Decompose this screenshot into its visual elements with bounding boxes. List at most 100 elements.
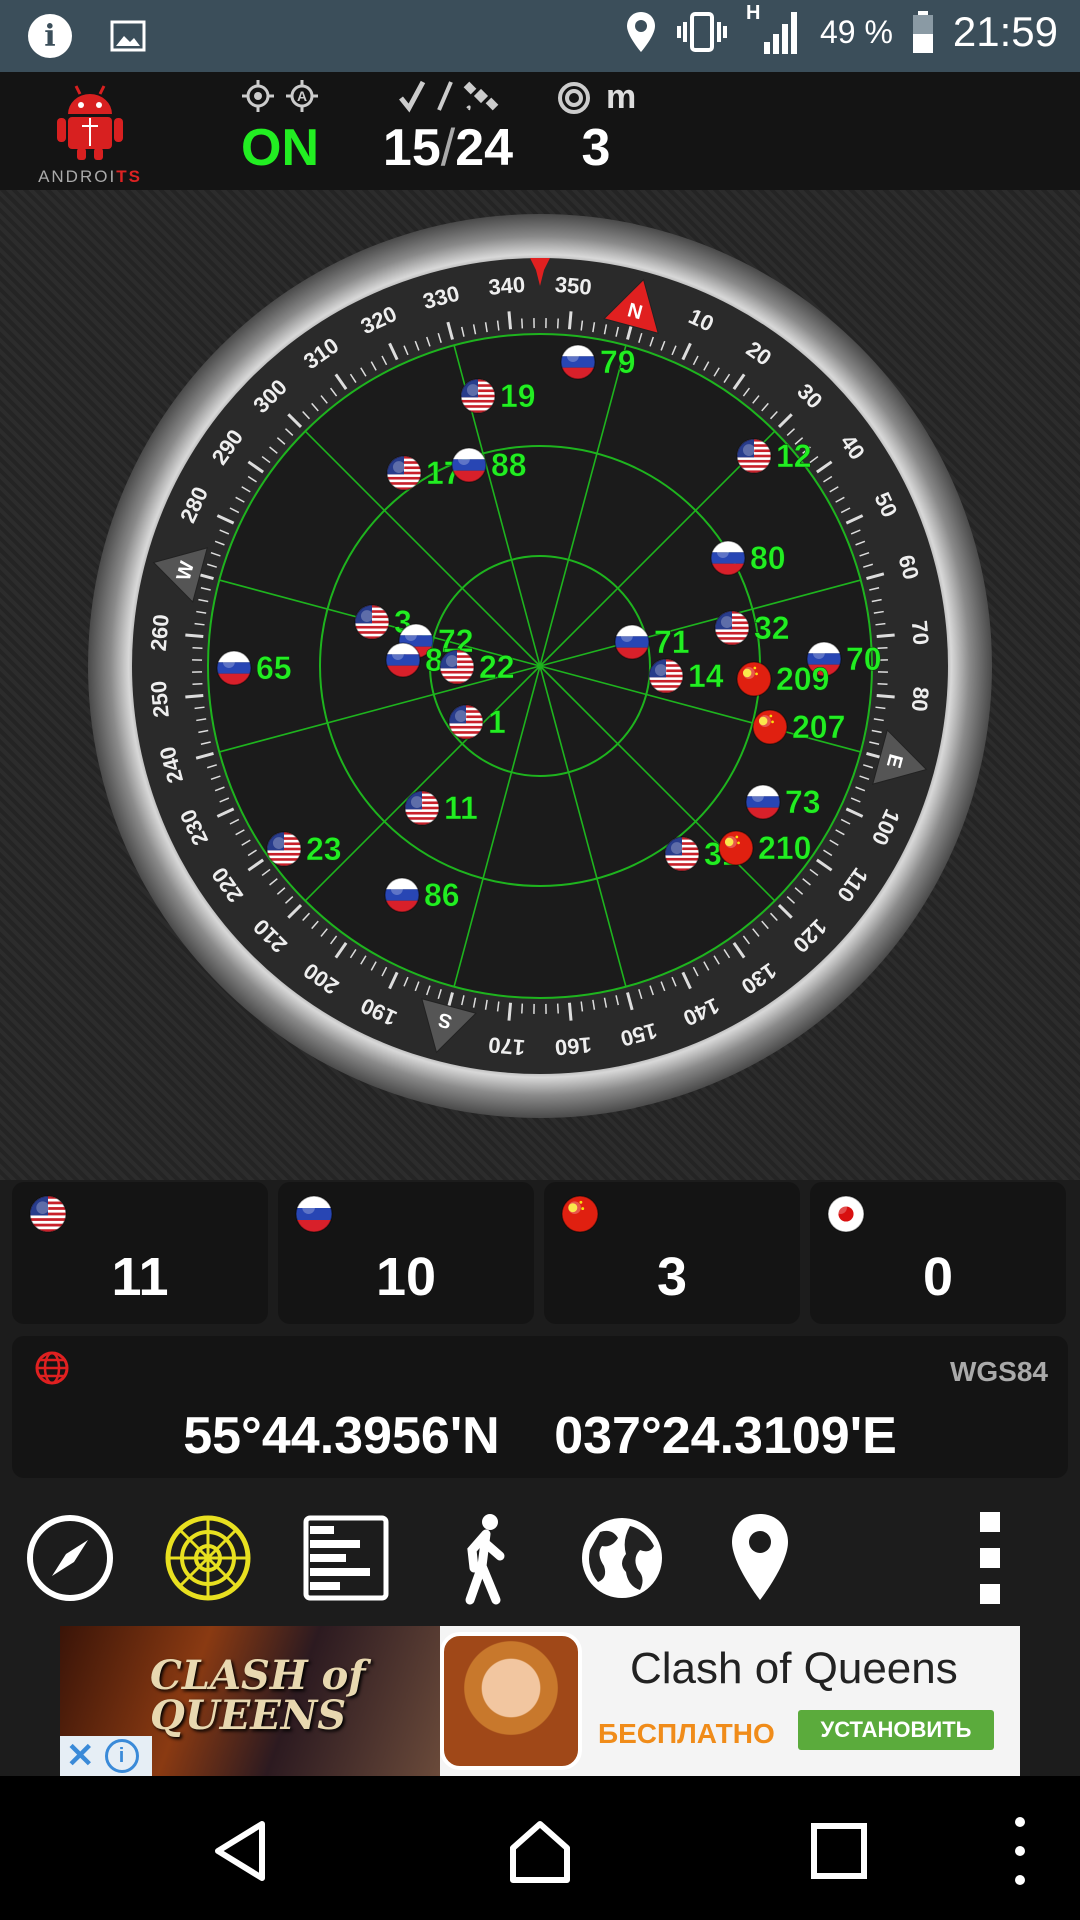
russia-flag-icon (384, 877, 420, 913)
accuracy-target-icon (557, 82, 590, 114)
satellite-id-label: 11 (444, 790, 478, 826)
satellite-id-label: 12 (776, 438, 812, 474)
usa-flag-icon (460, 378, 496, 414)
ad-free-label: БЕСПЛАТНО (598, 1718, 775, 1749)
slash-divider (437, 81, 453, 111)
usa-flag-icon (28, 1194, 68, 1239)
app-logo: ANDROITS (30, 82, 150, 186)
radar-dial[interactable]: 1020304050607080100110120130140150160170… (0, 190, 1080, 1180)
satellite-id-label: 209 (776, 661, 829, 697)
back-icon[interactable] (206, 1816, 276, 1886)
battery-percent: 49 % (819, 13, 893, 50)
system-nav-bar (0, 1776, 1080, 1920)
satellite-id-label: 70 (846, 641, 882, 677)
vibrate-icon (676, 12, 727, 52)
satellite-marker[interactable]: 210 (718, 830, 812, 866)
ad-app-icon[interactable] (440, 1632, 582, 1770)
degree-label: 350 (554, 272, 593, 300)
ad-artwork[interactable]: CLASH of QUEENS ✕ i (60, 1626, 440, 1776)
degree-label: 250 (146, 680, 174, 719)
recents-icon[interactable] (804, 1816, 874, 1886)
satellite-marker[interactable]: 1 (448, 704, 506, 740)
usa-flag-icon (448, 704, 484, 740)
image-icon (110, 20, 146, 52)
logo-wordmark: ANDROITS (38, 167, 142, 186)
russia-flag-icon (385, 642, 421, 678)
satellite-id-label: 88 (491, 447, 527, 483)
ad-art-title: CLASH of QUEENS (150, 1652, 366, 1739)
radar-icon[interactable] (158, 1508, 258, 1608)
longitude: 037°24.3109'E (554, 1407, 897, 1465)
degree-label: 340 (487, 272, 526, 300)
satellite-id-label: 32 (754, 610, 790, 646)
map-pin-icon[interactable] (710, 1508, 810, 1608)
russia-flag-icon (451, 447, 487, 483)
russia-flag-icon (216, 650, 252, 686)
battery-icon (912, 11, 933, 53)
glonass-count-box[interactable]: 10 (278, 1182, 534, 1324)
usa-flag-icon (266, 831, 302, 867)
satellite-id-label: 23 (306, 831, 342, 867)
walking-icon[interactable] (434, 1508, 534, 1608)
coordinates-panel[interactable]: WGS84 55°44.3956'N 037°24.3109'E (12, 1336, 1068, 1478)
russia-flag-icon (745, 784, 781, 820)
usa-flag-icon (648, 658, 684, 694)
usa-flag-mark (29, 1195, 67, 1233)
svg-text:A: A (297, 88, 307, 104)
russia-flag-icon (294, 1194, 334, 1239)
ad-controls: ✕ i (60, 1736, 152, 1776)
china-flag-icon (736, 661, 772, 697)
satellite-count-group[interactable]: 15/24 (366, 78, 530, 178)
satellite-id-label: 19 (500, 378, 536, 414)
japan-flag-mark (827, 1195, 865, 1233)
ad-banner[interactable]: CLASH of QUEENS ✕ i Clash of Queens БЕСП… (60, 1626, 1020, 1776)
accuracy-group[interactable]: m 3 (548, 78, 644, 178)
satellite-marker[interactable]: 209 (736, 661, 830, 697)
datum-label: WGS84 (949, 1356, 1048, 1387)
nav-menu-icon[interactable] (1000, 1816, 1040, 1886)
ad-title[interactable]: Clash of Queens (630, 1644, 958, 1694)
ad-close-icon[interactable]: ✕ (66, 1739, 95, 1773)
status-bar: i H 49 % 21:59 (0, 0, 1080, 72)
sky-view[interactable]: 10 20 30 40 50 60 70 80 100 110 120 130 140 150 160 170… (0, 190, 1080, 1180)
compass-icon[interactable] (20, 1508, 120, 1608)
qzss-count-box[interactable]: 0 (810, 1182, 1066, 1324)
checkmark-icon (398, 80, 425, 113)
satellite-id-label: 65 (256, 650, 292, 686)
satellite-id-label: 86 (424, 877, 460, 913)
degree-label: 80 (907, 686, 934, 713)
more-menu-icon[interactable] (960, 1508, 1020, 1608)
globe-icon[interactable] (572, 1508, 672, 1608)
russia-flag-icon (614, 624, 650, 660)
gps-status-value: ON (241, 119, 319, 177)
glonass-count: 10 (375, 1247, 437, 1307)
degree-label: 260 (146, 613, 174, 652)
gps-status-group[interactable]: A ON (230, 78, 330, 178)
china-flag-mark (561, 1195, 599, 1233)
gps-assisted-icon: A (286, 80, 319, 112)
signal-bars-icon[interactable] (296, 1508, 396, 1608)
russia-flag-icon (560, 344, 596, 380)
degree-label: 70 (907, 619, 934, 646)
location-icon (626, 12, 655, 52)
satellite-id-label: 71 (654, 624, 690, 660)
usa-flag-icon (439, 649, 475, 685)
satellite-id-label: 14 (688, 658, 724, 694)
japan-flag-icon (826, 1194, 866, 1239)
accuracy-value: 3 (581, 119, 611, 177)
satellite-id-label: 80 (750, 540, 786, 576)
ad-install-button[interactable]: УСТАНОВИТЬ (798, 1710, 994, 1750)
china-flag-icon (718, 830, 754, 866)
satellite-id-label: 73 (785, 784, 821, 820)
satellite-id-label: 22 (479, 649, 515, 685)
home-icon[interactable] (505, 1816, 575, 1886)
gps-count-box[interactable]: 11 (12, 1182, 268, 1324)
latitude: 55°44.3956'N (183, 1407, 500, 1465)
ad-info-icon[interactable]: i (104, 1739, 139, 1773)
app-header: ANDROITS A ON 15/24 m 3 (0, 72, 1080, 192)
qzss-count: 0 (922, 1247, 954, 1307)
satellite-marker[interactable]: 207 (752, 709, 846, 745)
satellite-icon (463, 81, 499, 111)
beidou-count-box[interactable]: 3 (544, 1182, 800, 1324)
accuracy-unit: m (606, 78, 637, 116)
